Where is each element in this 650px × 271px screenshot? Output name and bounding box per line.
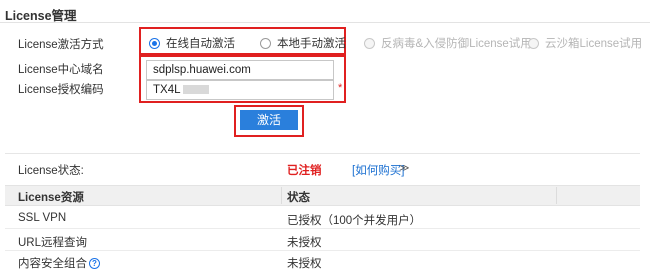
radio-checked-icon[interactable] xyxy=(149,37,160,49)
radio-online-label: 在线自动激活 xyxy=(166,38,235,50)
row-resource-url-query: URL远程查询 xyxy=(18,237,88,249)
radio-sandbox-label: 云沙箱License试用 xyxy=(545,38,643,50)
license-status-label: License状态: xyxy=(18,165,84,177)
activate-button[interactable]: 激活 xyxy=(240,110,298,130)
required-mark: * xyxy=(338,82,343,94)
help-icon[interactable]: ? xyxy=(89,258,100,270)
radio-local-label: 本地手动激活 xyxy=(277,38,346,50)
license-status-value: 已注销 xyxy=(287,165,322,177)
radio-antivirus-label: 反病毒&入侵防御License试用 xyxy=(381,38,532,50)
radio-local-activation[interactable]: 本地手动激活 xyxy=(260,35,346,51)
expand-chevron-icon[interactable]: ≫ xyxy=(399,163,409,174)
row-resource-content-security-label: 内容安全组合 xyxy=(18,258,87,270)
column-resizer[interactable] xyxy=(281,187,282,204)
title-divider xyxy=(0,22,650,23)
table-header xyxy=(5,185,640,206)
radio-online-activation[interactable]: 在线自动激活 xyxy=(149,35,235,51)
column-resizer[interactable] xyxy=(556,187,557,204)
domain-input[interactable]: sdplsp.huawei.com xyxy=(146,60,334,80)
row-resource-ssl-vpn: SSL VPN xyxy=(18,212,67,224)
column-header-resource: License资源 xyxy=(18,192,84,204)
auth-code-label: License授权编码 xyxy=(18,84,104,96)
domain-label: License中心域名 xyxy=(18,64,104,76)
activation-mode-label: License激活方式 xyxy=(18,39,104,51)
radio-disabled-icon xyxy=(364,37,375,49)
column-header-status: 状态 xyxy=(287,192,310,204)
radio-disabled-icon xyxy=(528,37,539,49)
auth-code-input[interactable]: TX4L xyxy=(146,80,334,100)
how-to-buy-link[interactable]: [如何购买] xyxy=(352,162,404,178)
radio-unchecked-icon[interactable] xyxy=(260,37,271,49)
row-status-url-query: 未授权 xyxy=(287,237,322,249)
radio-sandbox-trial: 云沙箱License试用 xyxy=(528,35,642,51)
redacted-mark xyxy=(182,85,209,95)
row-divider xyxy=(5,228,640,229)
auth-code-value: TX4L xyxy=(153,84,181,96)
section-divider xyxy=(5,153,640,154)
row-status-ssl-vpn: 已授权（100个并发用户） xyxy=(287,215,422,227)
radio-antivirus-trial: 反病毒&入侵防御License试用 xyxy=(364,35,532,51)
row-divider xyxy=(5,250,640,251)
